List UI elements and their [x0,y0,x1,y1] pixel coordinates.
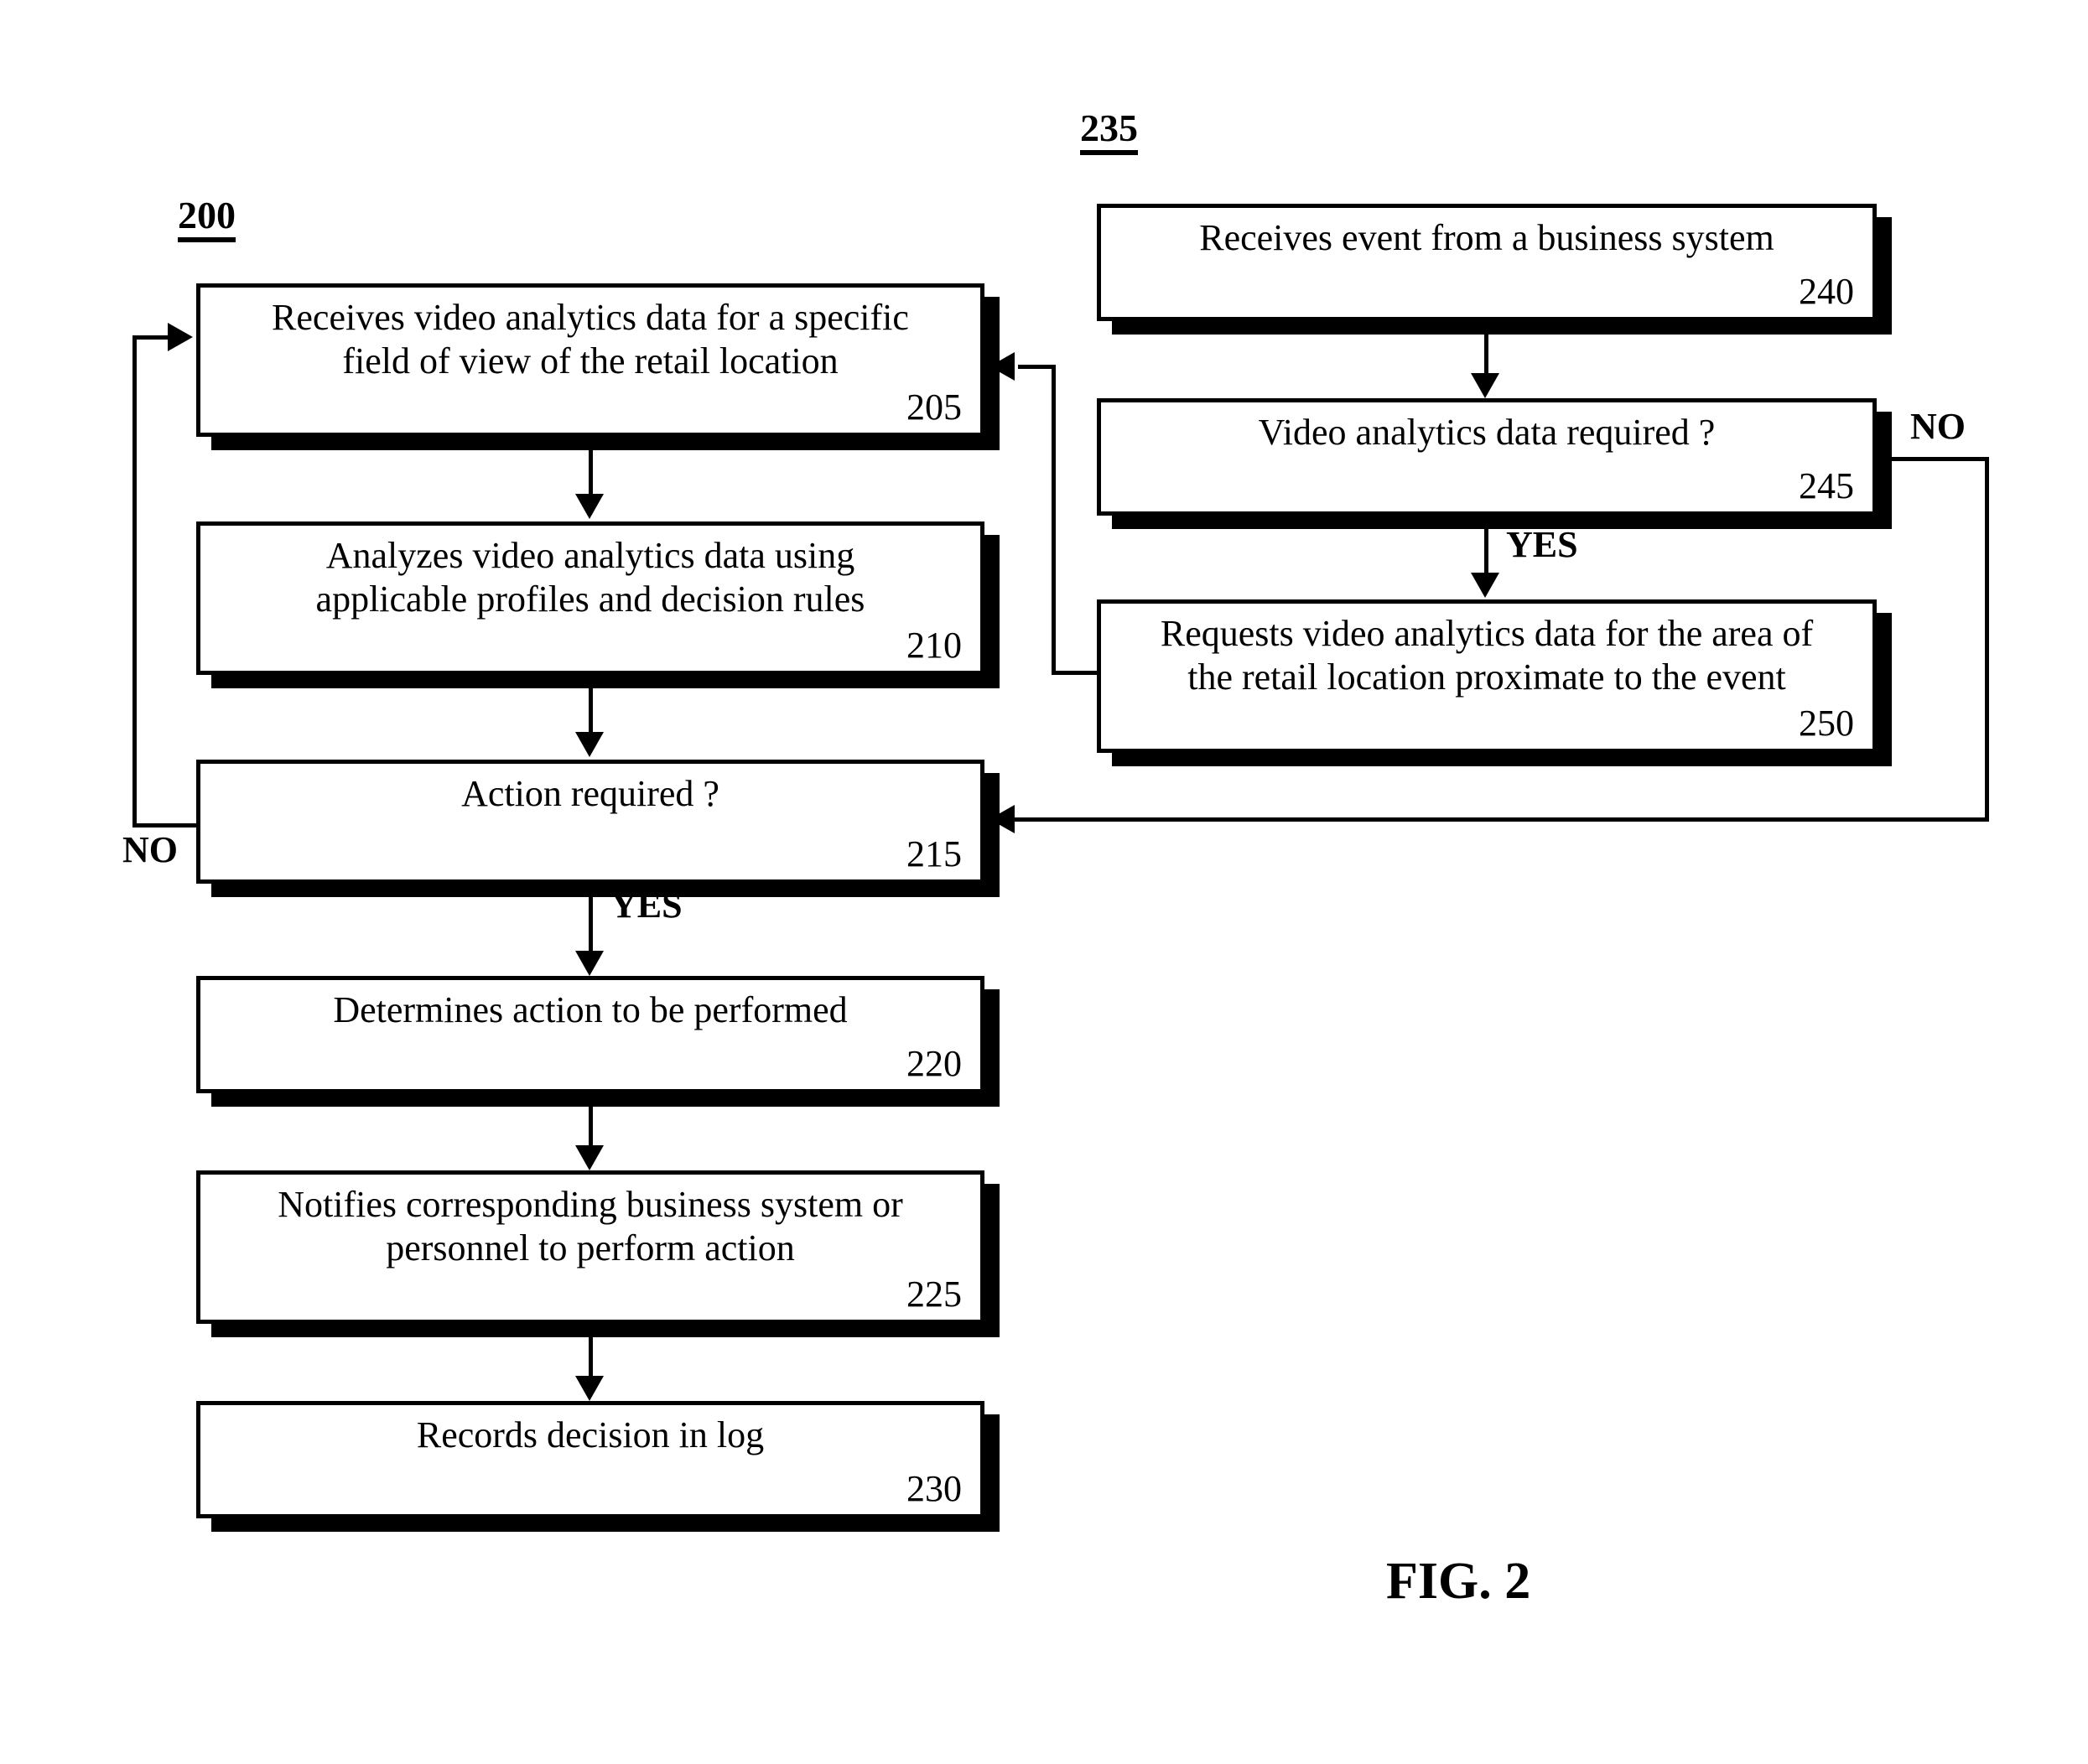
step-text-240: Receives event from a business system [1199,217,1774,258]
connector-225-230-arrowhead [575,1376,604,1401]
step-text-210: Analyzes video analytics data using appl… [315,535,865,620]
figure-canvas: 200 NO Receives video analytics data for… [0,0,2088,1764]
connector-no-245-in [1011,817,1989,822]
branch-label-yes-245: YES [1506,524,1578,565]
connector-210-215 [589,675,593,735]
branch-label-yes-215: YES [610,885,683,926]
connector-215-220 [589,884,593,954]
step-box-245[interactable]: Video analytics data required ? 245 [1097,398,1877,516]
connector-250-205-bottom [1052,671,1099,675]
step-text-245: Video analytics data required ? [1258,412,1716,453]
step-ref-220: 220 [906,1042,962,1084]
step-ref-215: 215 [906,833,962,874]
connector-no-245-down [1985,457,1989,822]
step-box-250[interactable]: Requests video analytics data for the ar… [1097,599,1877,753]
step-ref-245: 245 [1799,464,1854,506]
flow-label-235: 235 [1080,109,1138,155]
connector-220-225 [589,1093,593,1149]
connector-no-245-arrowhead [989,805,1015,833]
connector-no-loop-arrowhead [168,323,193,351]
connector-215-220-arrowhead [575,951,604,976]
step-ref-225: 225 [906,1273,962,1315]
flow-label-200: 200 [178,196,236,242]
connector-250-205-arrowhead [989,352,1015,381]
step-box-230[interactable]: Records decision in log 230 [196,1401,984,1518]
step-ref-240: 240 [1799,270,1854,312]
connector-225-230 [589,1324,593,1379]
branch-label-no-245: NO [1910,406,1966,447]
branch-label-no-215: NO [122,829,178,870]
connector-no-loop-left [132,335,137,827]
connector-245-250-arrowhead [1471,573,1499,598]
step-text-225: Notifies corresponding business system o… [278,1184,903,1269]
connector-210-215-arrowhead [575,732,604,757]
connector-205-210-arrowhead [575,494,604,519]
step-text-230: Records decision in log [416,1414,765,1455]
connector-250-205-top [1018,365,1055,369]
connector-240-245-arrowhead [1471,373,1499,398]
step-box-225[interactable]: Notifies corresponding business system o… [196,1170,984,1324]
step-box-240[interactable]: Receives event from a business system 24… [1097,204,1877,321]
connector-205-210 [589,437,593,497]
step-ref-210: 210 [906,624,962,666]
connector-250-205-up [1052,365,1056,675]
connector-no-245-out [1877,457,1989,461]
step-box-215[interactable]: Action required ? 215 [196,760,984,884]
step-text-220: Determines action to be performed [333,989,848,1030]
connector-220-225-arrowhead [575,1145,604,1170]
step-ref-205: 205 [906,386,962,428]
figure-caption: FIG. 2 [1386,1553,1531,1610]
step-text-215: Action required ? [461,773,719,814]
step-ref-230: 230 [906,1467,962,1509]
connector-240-245 [1484,321,1488,376]
step-box-205[interactable]: Receives video analytics data for a spec… [196,283,984,437]
connector-245-250 [1484,516,1488,576]
step-box-210[interactable]: Analyzes video analytics data using appl… [196,521,984,675]
step-text-205: Receives video analytics data for a spec… [272,297,909,381]
step-ref-250: 250 [1799,702,1854,744]
step-text-250: Requests video analytics data for the ar… [1160,613,1814,698]
step-box-220[interactable]: Determines action to be performed 220 [196,976,984,1093]
